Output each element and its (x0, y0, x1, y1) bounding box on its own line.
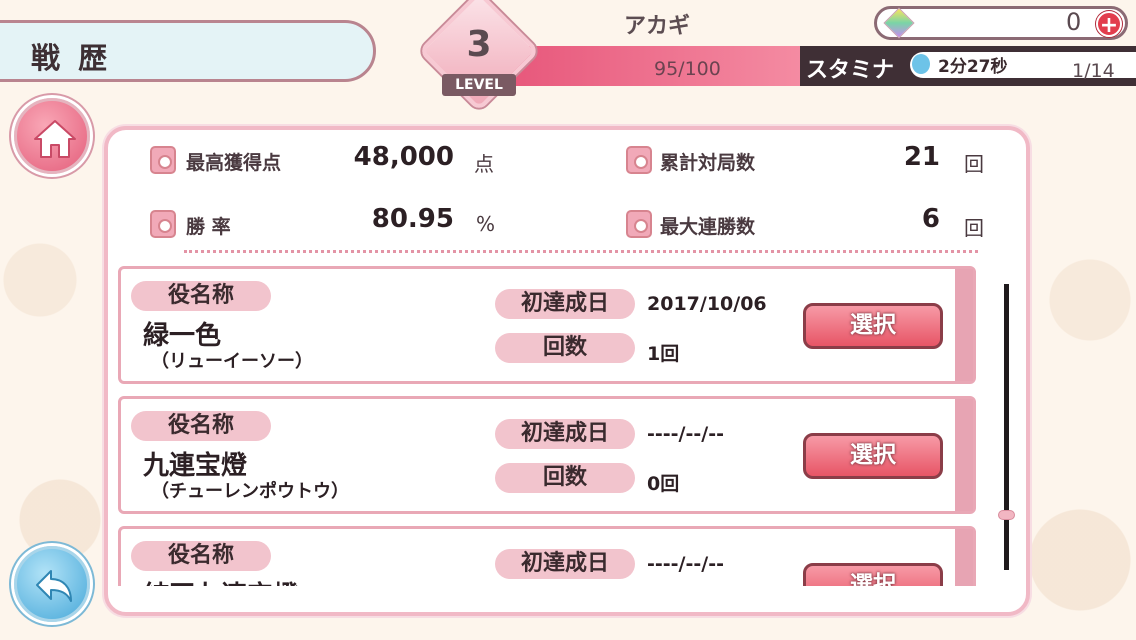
stat-bullet-icon (150, 210, 176, 238)
yaku-reading: （チューレンポウトウ） (151, 481, 349, 502)
win-rate-value: 80.95 (371, 204, 454, 234)
select-button[interactable]: 選択 (803, 563, 943, 586)
count-label: 回数 (495, 333, 635, 363)
first-date-value: ----/--/-- (647, 553, 724, 575)
player-name: アカギ (624, 14, 691, 39)
yaku-card: 役名称 純正九連宝燈 初達成日 ----/--/-- 選択 (118, 526, 976, 586)
first-date-value: ----/--/-- (647, 423, 724, 445)
scrollbar-thumb[interactable] (998, 510, 1015, 520)
stat-bullet-icon (150, 146, 176, 174)
card-stripe (955, 269, 973, 381)
page-title-tab: 戦 歴 (0, 20, 376, 82)
high-score-label: 最高獲得点 (186, 152, 282, 174)
back-arrow-icon (36, 570, 72, 602)
yaku-card: 役名称 緑一色 （リューイーソー） 初達成日 2017/10/06 回数 1回 … (118, 266, 976, 384)
first-date-label: 初達成日 (495, 549, 635, 579)
stamina-drop-icon (912, 54, 930, 74)
yaku-name-label: 役名称 (131, 541, 271, 571)
page-title: 戦 歴 (31, 41, 112, 75)
max-streak-label: 最大連勝数 (660, 216, 756, 238)
stats-divider (184, 250, 978, 253)
max-streak-value: 6 (921, 204, 940, 234)
stamina-timer: 2分27秒 (938, 57, 1008, 77)
add-gems-button[interactable]: + (1096, 11, 1122, 38)
count-value: 1回 (647, 343, 680, 365)
stamina-count: 1/14 (1072, 60, 1115, 82)
select-button[interactable]: 選択 (803, 433, 943, 479)
back-button[interactable] (14, 546, 90, 622)
win-rate-label: 勝 率 (186, 216, 231, 238)
stat-bullet-icon (626, 146, 652, 174)
yaku-reading: （リューイーソー） (151, 351, 313, 372)
high-score-unit: 点 (474, 152, 494, 176)
yaku-name-label: 役名称 (131, 411, 271, 441)
card-stripe (955, 529, 973, 586)
card-stripe (955, 399, 973, 511)
max-streak-unit: 回 (964, 216, 984, 240)
exp-value: 95/100 (654, 58, 721, 80)
gem-count: 0 (1066, 8, 1082, 36)
total-games-value: 21 (903, 142, 940, 172)
home-button[interactable] (14, 98, 90, 174)
select-button[interactable]: 選択 (803, 303, 943, 349)
high-score-value: 48,000 (353, 142, 454, 172)
yaku-card: 役名称 九連宝燈 （チューレンポウトウ） 初達成日 ----/--/-- 回数 … (118, 396, 976, 514)
first-date-value: 2017/10/06 (647, 293, 767, 315)
stamina-label: スタミナ (806, 58, 895, 83)
home-icon (34, 120, 76, 158)
yaku-name-label: 役名称 (131, 281, 271, 311)
exp-bar (500, 46, 800, 86)
win-rate-unit: % (476, 212, 496, 236)
yaku-list[interactable]: 役名称 緑一色 （リューイーソー） 初達成日 2017/10/06 回数 1回 … (118, 264, 980, 586)
count-value: 0回 (647, 473, 680, 495)
total-games-unit: 回 (964, 152, 984, 176)
level-label: LEVEL (442, 74, 516, 96)
scrollbar-track[interactable] (1004, 284, 1009, 570)
first-date-label: 初達成日 (495, 289, 635, 319)
count-label: 回数 (495, 463, 635, 493)
level-number: 3 (466, 24, 492, 65)
total-games-label: 累計対局数 (660, 152, 756, 174)
yaku-name: 純正九連宝燈 (143, 575, 299, 586)
first-date-label: 初達成日 (495, 419, 635, 449)
stat-bullet-icon (626, 210, 652, 238)
